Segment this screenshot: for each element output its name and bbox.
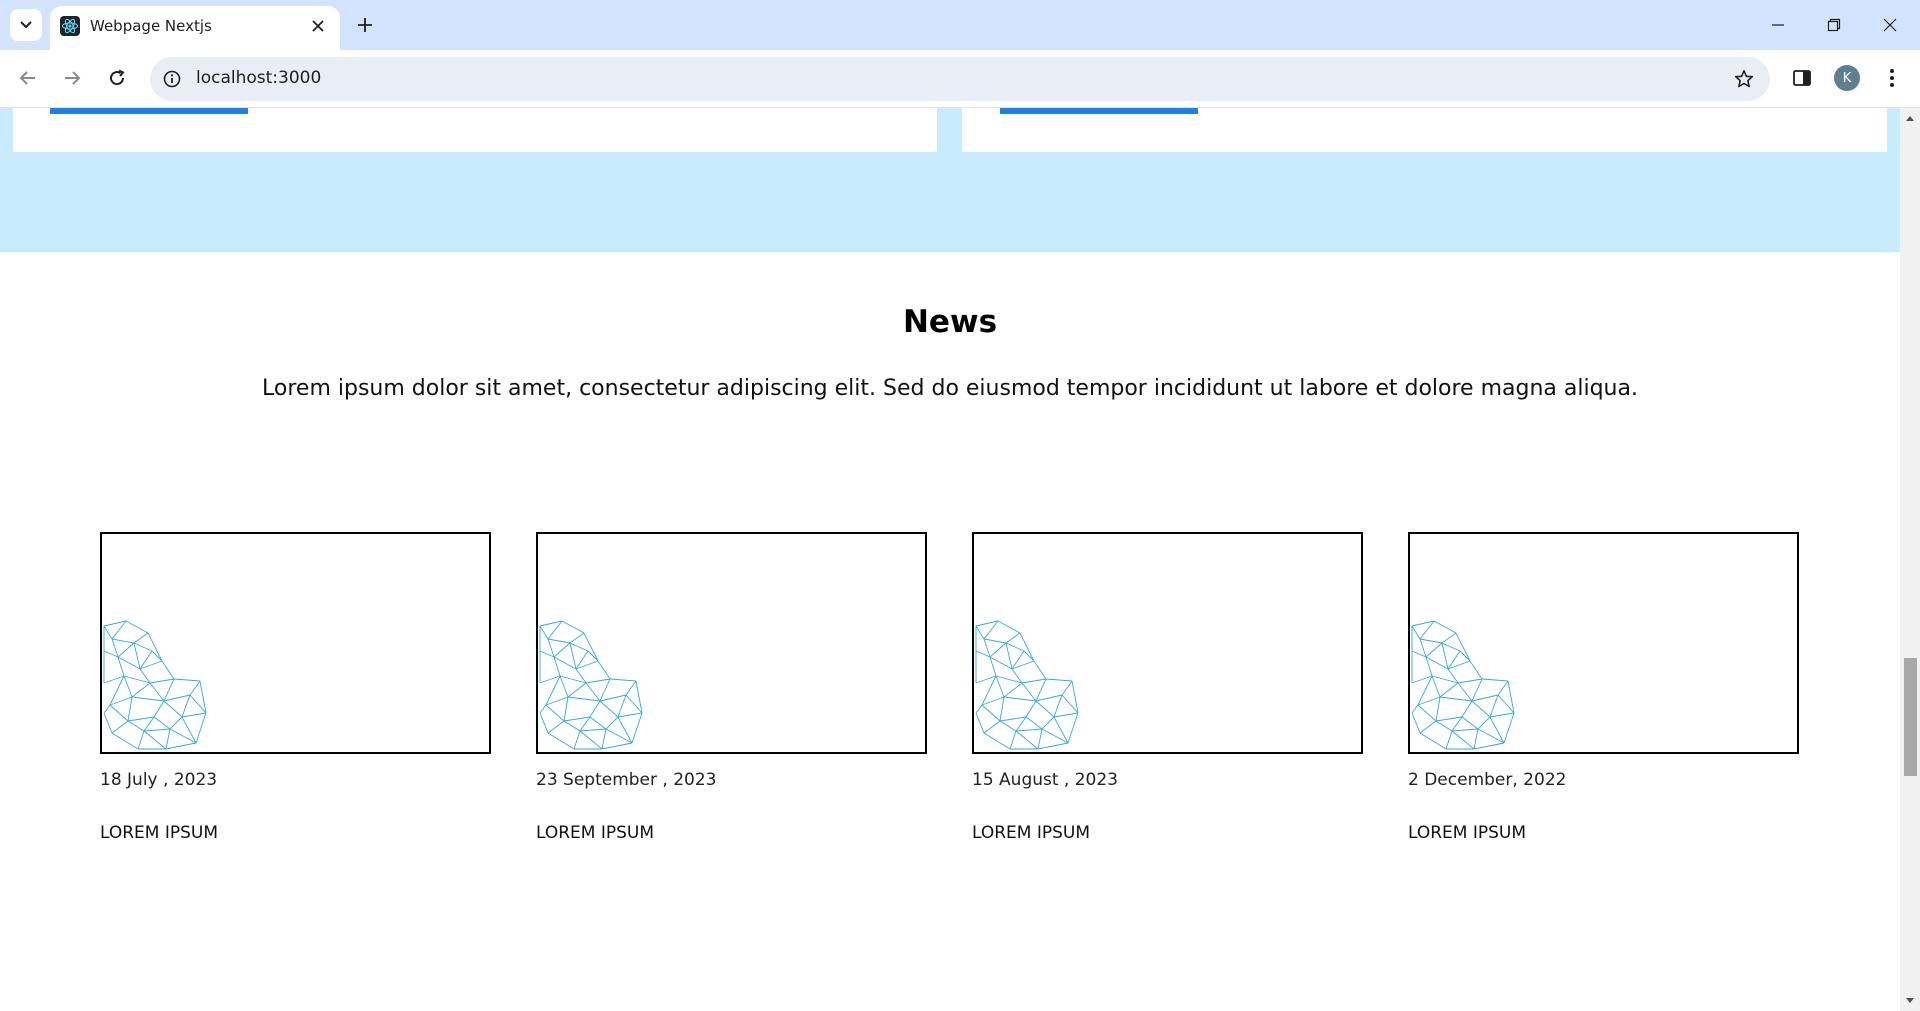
profile-avatar[interactable]: K [1834,65,1860,91]
plus-icon [358,18,372,32]
url-text[interactable]: localhost:3000 [196,68,321,88]
reload-button[interactable] [99,60,135,96]
more-vert-icon [1890,69,1894,87]
tab-strip: Webpage Nextjs [0,0,1920,50]
news-section-title: News [902,304,998,340]
page-viewport: News Lorem ipsum dolor sit amet, consect… [0,108,1920,1011]
address-bar[interactable]: localhost:3000 [150,57,1770,101]
side-panel-button[interactable] [1786,62,1818,94]
side-panel-icon [1793,70,1811,86]
news-section-lead: Lorem ipsum dolor sit amet, consectetur … [262,376,1638,401]
close-icon[interactable] [306,14,330,38]
site-info-icon[interactable] [160,67,184,91]
geometric-mesh-graphic [539,620,643,750]
minimize-button[interactable] [1750,0,1806,50]
news-card-image[interactable] [1408,532,1799,754]
restore-icon [1827,18,1841,32]
news-card-date: 18 July , 2023 [100,770,218,790]
service-card-button-edge[interactable] [1000,108,1198,114]
services-section-band [0,108,1900,252]
browser-toolbar: localhost:3000 K [0,50,1920,108]
geometric-mesh-graphic [1411,620,1515,750]
browser-menu-button[interactable] [1876,62,1908,94]
new-tab-button[interactable] [350,10,380,40]
news-card-image[interactable] [972,532,1363,754]
news-card-image[interactable] [100,532,491,754]
service-card-right [962,108,1887,152]
news-card-date: 23 September , 2023 [536,770,717,790]
news-card-date: 15 August , 2023 [972,770,1119,790]
scroll-up-arrow-icon[interactable] [1900,108,1920,128]
react-icon [60,16,80,36]
active-tab[interactable]: Webpage Nextjs [50,6,340,50]
news-card-heading[interactable]: LOREM IPSUM [972,823,1090,843]
close-window-icon [1883,18,1897,32]
reload-icon [110,69,125,86]
arrow-left-icon [19,71,35,85]
scroll-down-arrow-icon[interactable] [1900,991,1920,1011]
news-card-heading[interactable]: LOREM IPSUM [1408,823,1526,843]
service-card-left [13,108,937,152]
news-card-date: 2 December, 2022 [1408,770,1567,790]
forward-button[interactable] [54,60,90,96]
service-card-button-edge[interactable] [50,108,248,114]
restore-button[interactable] [1806,0,1862,50]
bookmark-star-icon[interactable] [1732,67,1756,91]
scrollbar-thumb[interactable] [1904,658,1917,776]
back-button[interactable] [10,60,46,96]
tab-title: Webpage Nextjs [90,17,212,35]
tab-search-button[interactable] [10,9,42,41]
page-scrollbar[interactable] [1900,108,1920,1011]
close-window-button[interactable] [1862,0,1918,50]
geometric-mesh-graphic [975,620,1079,750]
chevron-down-icon [20,21,32,29]
geometric-mesh-graphic [103,620,207,750]
news-card-heading[interactable]: LOREM IPSUM [536,823,654,843]
arrow-right-icon [65,71,81,85]
minimize-icon [1772,24,1784,26]
news-card-heading[interactable]: LOREM IPSUM [100,823,218,843]
news-card-image[interactable] [536,532,927,754]
